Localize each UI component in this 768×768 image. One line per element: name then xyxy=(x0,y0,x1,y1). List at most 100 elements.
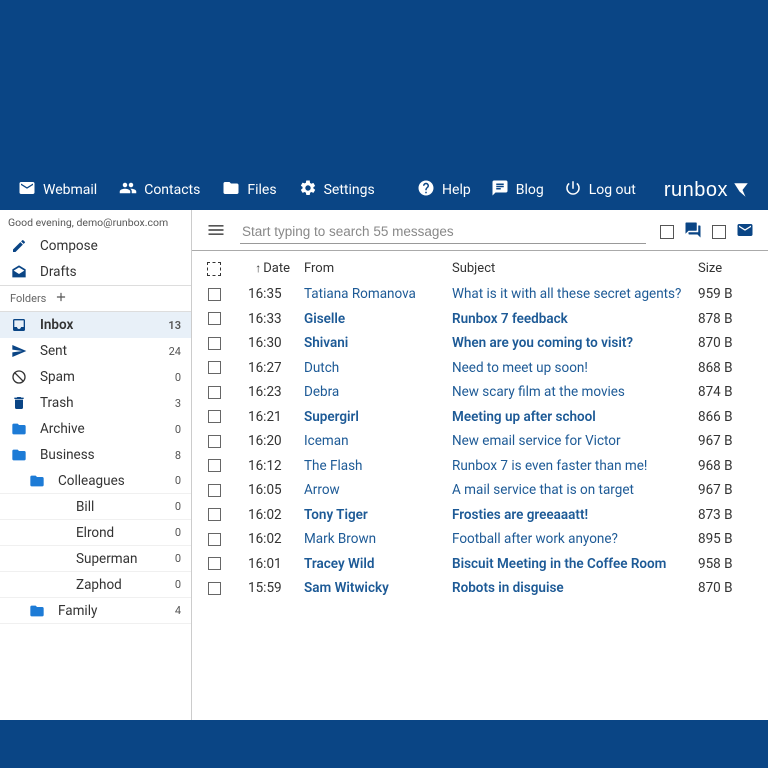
brand-logo[interactable]: runbox xyxy=(664,179,750,202)
row-checkbox[interactable] xyxy=(202,435,226,448)
row-subject: New email service for Victor xyxy=(452,433,690,449)
message-row[interactable]: 16:35Tatiana RomanovaWhat is it with all… xyxy=(192,282,768,307)
message-row[interactable]: 16:05ArrowA mail service that is on targ… xyxy=(192,478,768,503)
row-time: 16:12 xyxy=(234,458,296,474)
sidebar-folder-superman[interactable]: Superman0 xyxy=(0,546,191,572)
row-checkbox[interactable] xyxy=(202,386,226,399)
row-from: Supergirl xyxy=(304,409,444,425)
add-folder-button[interactable] xyxy=(54,290,68,307)
row-size: 959 B xyxy=(698,286,754,302)
row-checkbox[interactable] xyxy=(202,312,226,325)
message-row[interactable]: 15:59Sam WitwickyRobots in disguise870 B xyxy=(192,576,768,601)
folder-icon xyxy=(10,420,28,438)
power-icon xyxy=(564,179,582,201)
drafts-button[interactable]: Drafts xyxy=(0,259,191,285)
message-row[interactable]: 16:12The FlashRunbox 7 is even faster th… xyxy=(192,454,768,479)
message-row[interactable]: 16:30ShivaniWhen are you coming to visit… xyxy=(192,331,768,356)
gear-icon xyxy=(299,179,317,201)
bottom-bar xyxy=(0,720,768,768)
row-checkbox[interactable] xyxy=(202,484,226,497)
message-row[interactable]: 16:02Tony TigerFrosties are greeaaatt!87… xyxy=(192,503,768,528)
nav-log-out[interactable]: Log out xyxy=(564,179,636,201)
row-from: Dutch xyxy=(304,360,444,376)
nav-blog[interactable]: Blog xyxy=(491,179,544,201)
sidebar-folder-family[interactable]: Family4 xyxy=(0,598,191,624)
row-from: The Flash xyxy=(304,458,444,474)
nav-help[interactable]: Help xyxy=(417,179,471,201)
message-row[interactable]: 16:23DebraNew scary film at the movies87… xyxy=(192,380,768,405)
sidebar-inbox[interactable]: Inbox13 xyxy=(0,312,191,338)
message-list: 16:35Tatiana RomanovaWhat is it with all… xyxy=(192,282,768,720)
menu-button[interactable] xyxy=(206,220,226,244)
sidebar: Good evening, demo@runbox.com Compose Dr… xyxy=(0,210,192,720)
row-time: 16:21 xyxy=(234,409,296,425)
row-subject: Runbox 7 feedback xyxy=(452,311,690,327)
mail-icon[interactable] xyxy=(736,221,754,243)
message-row[interactable]: 16:27DutchNeed to meet up soon!868 B xyxy=(192,356,768,381)
sidebar-folder-elrond[interactable]: Elrond0 xyxy=(0,520,191,546)
row-size: 866 B xyxy=(698,409,754,425)
blog-icon xyxy=(491,179,509,201)
help-icon xyxy=(417,179,435,201)
brand-text: runbox xyxy=(664,179,728,202)
message-row[interactable]: 16:20IcemanNew email service for Victor9… xyxy=(192,429,768,454)
row-checkbox[interactable] xyxy=(202,361,226,374)
brand-arrow-icon xyxy=(732,181,750,199)
row-time: 16:23 xyxy=(234,384,296,400)
thread-icon[interactable] xyxy=(684,221,702,243)
sidebar-archive[interactable]: Archive0 xyxy=(0,416,191,442)
row-size: 870 B xyxy=(698,335,754,351)
row-subject: Need to meet up soon! xyxy=(452,360,690,376)
row-checkbox[interactable] xyxy=(202,337,226,350)
row-checkbox[interactable] xyxy=(202,557,226,570)
row-time: 16:27 xyxy=(234,360,296,376)
nav-contacts[interactable]: Contacts xyxy=(119,179,200,201)
greeting: Good evening, demo@runbox.com xyxy=(0,210,191,233)
list-header: ↑Date From Subject Size xyxy=(192,255,768,282)
sent-icon xyxy=(10,342,28,360)
message-row[interactable]: 16:33GiselleRunbox 7 feedback878 B xyxy=(192,307,768,332)
sidebar-spam[interactable]: Spam0 xyxy=(0,364,191,390)
col-subject-header[interactable]: Subject xyxy=(452,261,690,276)
row-time: 16:20 xyxy=(234,433,296,449)
search-input[interactable] xyxy=(240,220,646,244)
preview-toggle-checkbox[interactable] xyxy=(712,225,726,239)
select-all-button[interactable] xyxy=(202,262,226,276)
thread-toggle-checkbox[interactable] xyxy=(660,225,674,239)
row-checkbox[interactable] xyxy=(202,582,226,595)
toolbar xyxy=(192,210,768,251)
row-from: Debra xyxy=(304,384,444,400)
row-checkbox[interactable] xyxy=(202,533,226,546)
row-size: 967 B xyxy=(698,433,754,449)
row-subject: Frosties are greeaaatt! xyxy=(452,507,690,523)
sidebar-trash[interactable]: Trash3 xyxy=(0,390,191,416)
row-size: 958 B xyxy=(698,556,754,572)
col-from-header[interactable]: From xyxy=(304,261,444,276)
col-size-header[interactable]: Size xyxy=(698,261,754,276)
col-date-header[interactable]: ↑Date xyxy=(234,261,296,276)
row-size: 967 B xyxy=(698,482,754,498)
nav-files[interactable]: Files xyxy=(222,179,276,201)
row-checkbox[interactable] xyxy=(202,459,226,472)
row-checkbox[interactable] xyxy=(202,288,226,301)
message-row[interactable]: 16:21SupergirlMeeting up after school866… xyxy=(192,405,768,430)
row-size: 878 B xyxy=(698,311,754,327)
message-row[interactable]: 16:02Mark BrownFootball after work anyon… xyxy=(192,527,768,552)
mail-open-icon xyxy=(10,263,28,281)
trash-icon xyxy=(10,394,28,412)
sidebar-folder-colleagues[interactable]: Colleagues0 xyxy=(0,468,191,494)
row-checkbox[interactable] xyxy=(202,508,226,521)
row-size: 895 B xyxy=(698,531,754,547)
row-checkbox[interactable] xyxy=(202,410,226,423)
sidebar-folder-bill[interactable]: Bill0 xyxy=(0,494,191,520)
row-from: Mark Brown xyxy=(304,531,444,547)
spam-icon xyxy=(10,368,28,386)
message-row[interactable]: 16:01Tracey WildBiscuit Meeting in the C… xyxy=(192,552,768,577)
nav-webmail[interactable]: Webmail xyxy=(18,179,97,201)
sidebar-sent[interactable]: Sent24 xyxy=(0,338,191,364)
row-from: Tracey Wild xyxy=(304,556,444,572)
sidebar-business[interactable]: Business8 xyxy=(0,442,191,468)
nav-settings[interactable]: Settings xyxy=(299,179,375,201)
compose-button[interactable]: Compose xyxy=(0,233,191,259)
sidebar-folder-zaphod[interactable]: Zaphod0 xyxy=(0,572,191,598)
